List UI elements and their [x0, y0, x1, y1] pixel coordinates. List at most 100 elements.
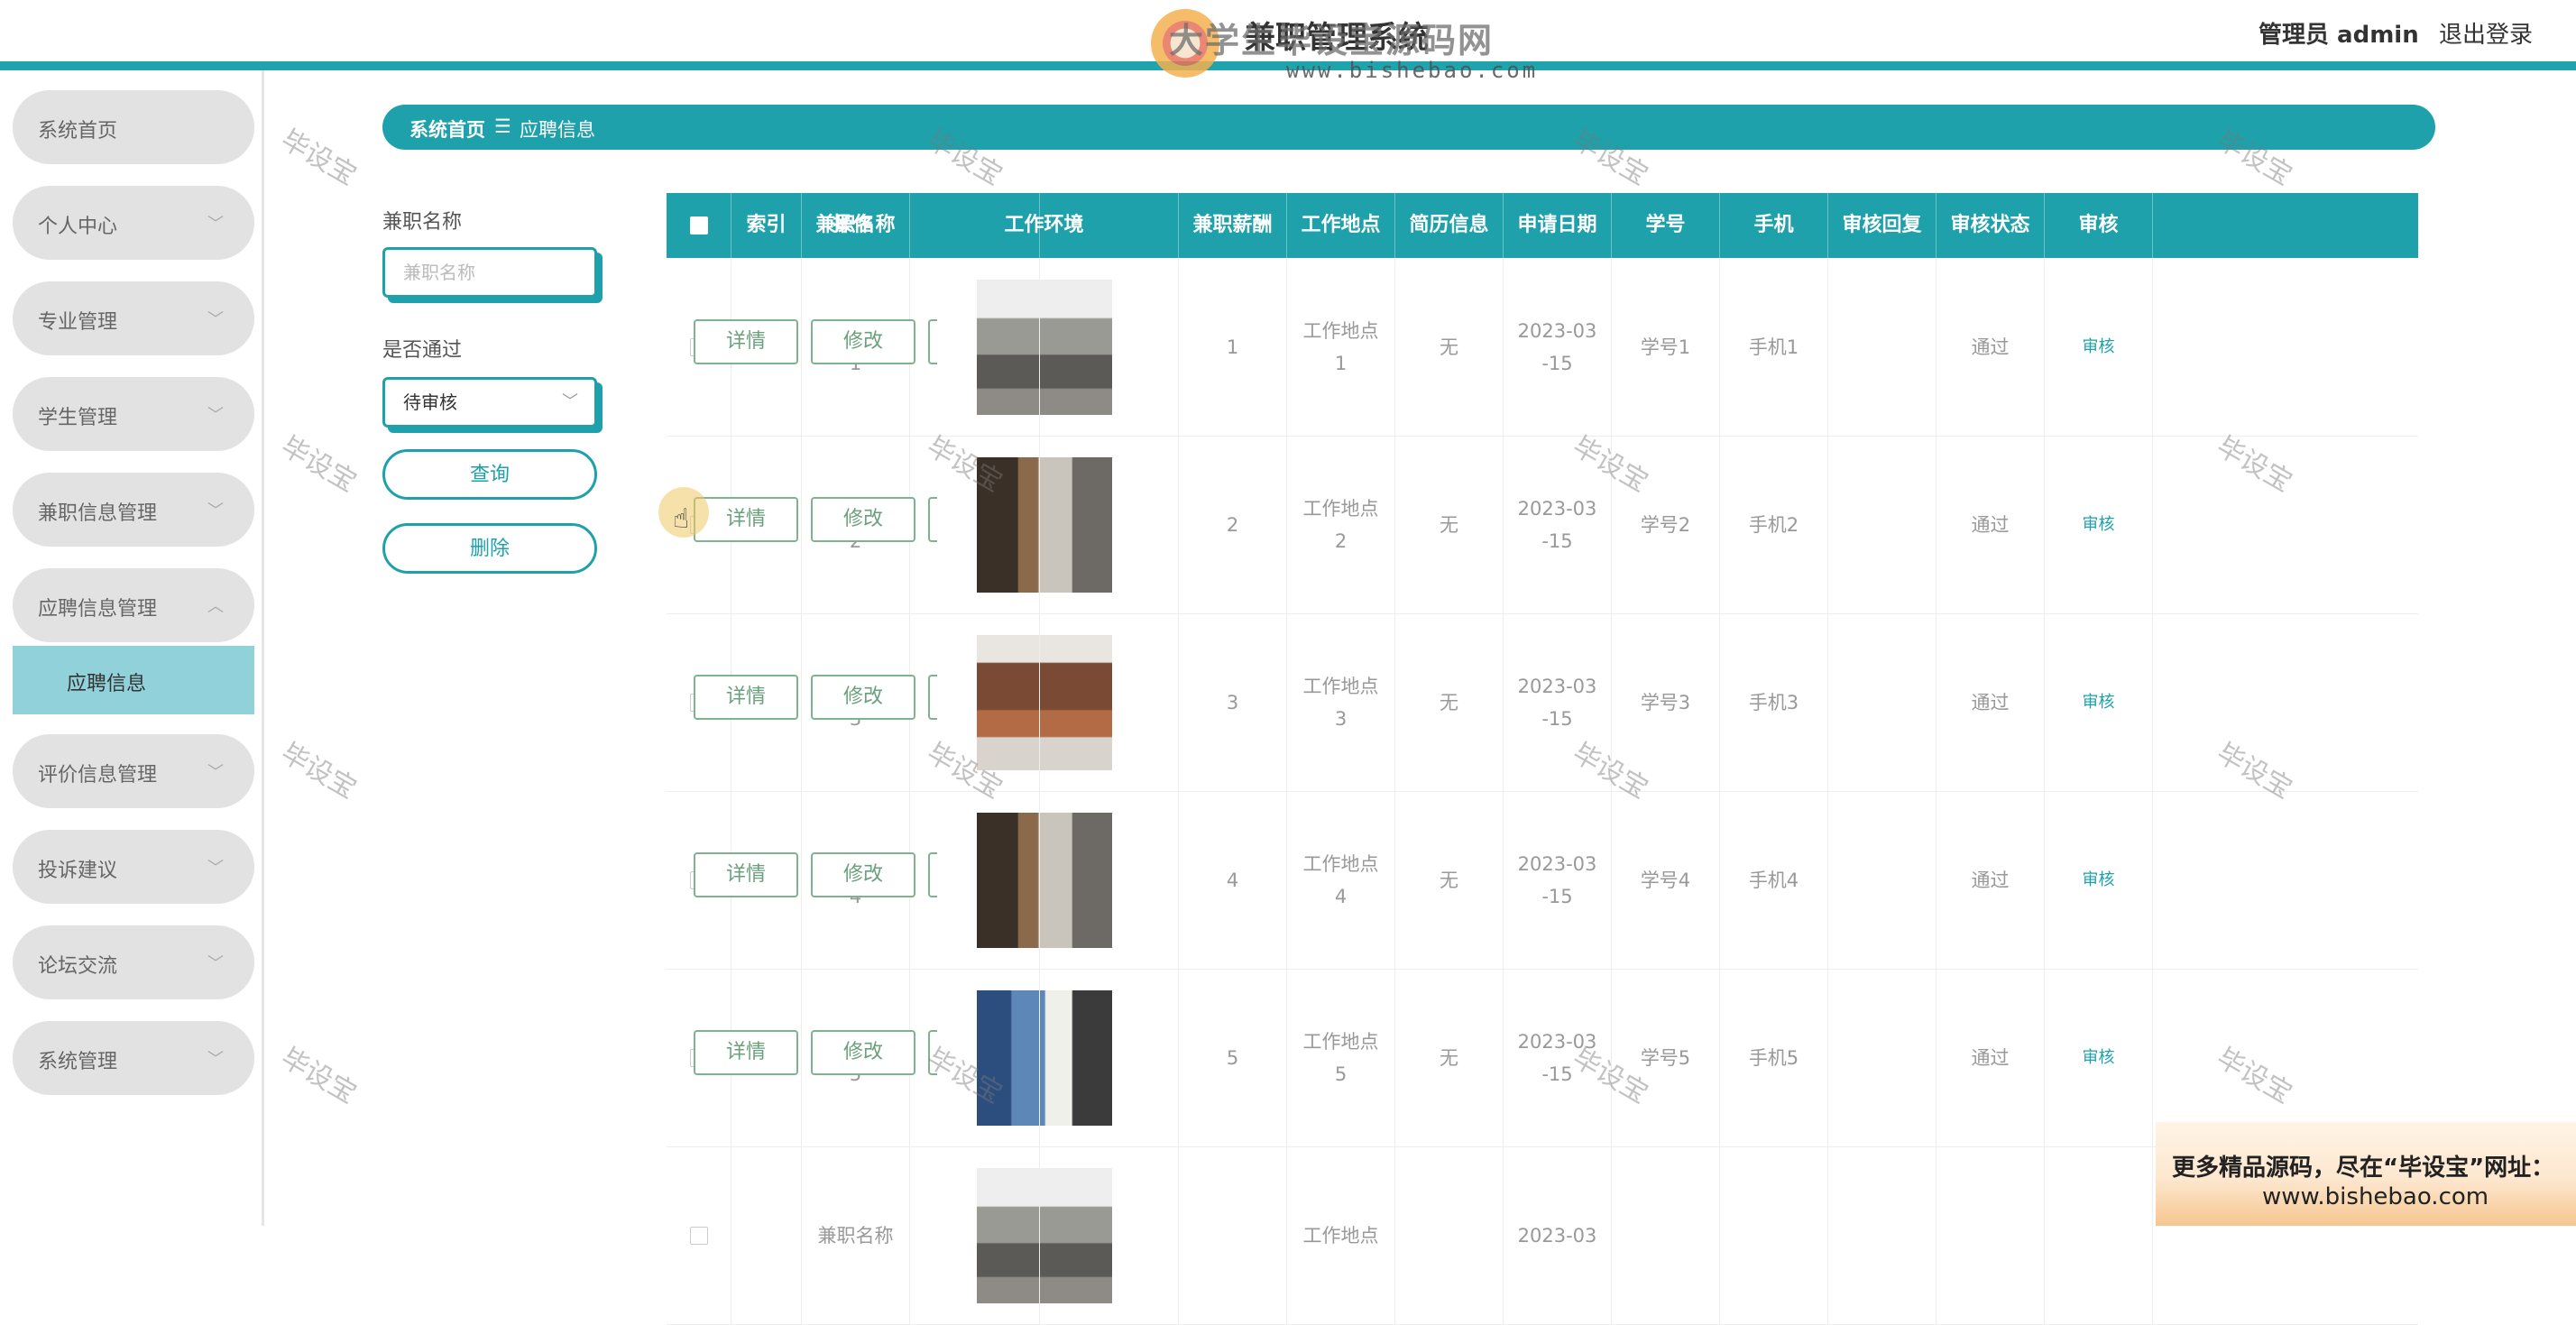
actions-cell-cell: 详情 修改: [667, 436, 1040, 613]
apply-date-line2: -15: [1541, 352, 1573, 374]
edit-button[interactable]: 修改: [811, 1030, 915, 1075]
work-place-line1: 工作地点: [1302, 852, 1379, 875]
sidebar-subitem-label: 应聘信息: [67, 673, 147, 695]
apply-date-cell: 2023-03: [1504, 1146, 1612, 1324]
audit-link-cell: 审核: [2045, 258, 2153, 436]
job-pay-cell: [1179, 1146, 1287, 1324]
delete-row-button[interactable]: [928, 852, 937, 897]
apply-date-line1: 2023-03: [1517, 1030, 1597, 1053]
job-pay: 5: [1226, 1046, 1239, 1069]
apply-date: 2023-03: [1518, 1219, 1597, 1252]
apply-date-cell: 2023-03 -15: [1504, 969, 1612, 1146]
delete-row-button[interactable]: [928, 497, 937, 542]
query-button[interactable]: 查询: [382, 449, 597, 500]
sidebar-item[interactable]: 个人中心 ﹀: [13, 186, 254, 260]
detail-button[interactable]: 详情: [694, 319, 798, 364]
sidebar-item[interactable]: 论坛交流 ﹀: [13, 925, 254, 999]
actions-cell-cell: [667, 1146, 1040, 1324]
breadcrumb-separator-icon: ☰: [494, 115, 511, 137]
detail-button[interactable]: 详情: [694, 1030, 798, 1075]
phone-number-cell: 手机2: [1720, 436, 1828, 613]
audit-status-cell: 通过: [1937, 791, 2045, 969]
apply-date-cell: 2023-03 -15: [1504, 436, 1612, 613]
resume-info: 无: [1440, 869, 1458, 891]
detail-button[interactable]: 详情: [694, 675, 798, 720]
work-place-cell: 工作地点: [1287, 1146, 1395, 1324]
sidebar-item-label: 系统管理: [38, 1051, 118, 1073]
sidebar-item[interactable]: 专业管理 ﹀: [13, 281, 254, 355]
audit-link-cell: 审核: [2045, 436, 2153, 613]
resume-info-cell: 无: [1395, 436, 1504, 613]
ad-banner[interactable]: 更多精品源码，尽在“毕设宝”网址： www.bishebao.com: [2156, 1122, 2576, 1226]
phone-number-cell: 手机4: [1720, 791, 1828, 969]
ad-banner-line1: 更多精品源码，尽在“毕设宝”网址：: [2172, 1155, 2555, 1182]
sidebar-item-label: 评价信息管理: [38, 764, 158, 787]
detail-button[interactable]: 详情: [694, 497, 798, 542]
audit-link[interactable]: 审核: [2083, 1042, 2115, 1074]
phone-number-cell: 手机3: [1720, 613, 1828, 791]
apply-date-line2: -15: [1541, 885, 1573, 907]
student-number: 学号5: [1640, 1046, 1691, 1069]
audit-link[interactable]: 审核: [2083, 864, 2115, 897]
sidebar-item[interactable]: 评价信息管理 ﹀: [13, 734, 254, 808]
audit-reply-cell: [1828, 969, 1937, 1146]
sidebar: 系统首页 个人中心 ﹀ 专业管理 ﹀ 学生管理 ﹀ 兼职信息管理 ﹀ 应聘信息管理 ︿ 评价信息管理 ﹀…: [0, 70, 264, 1226]
apply-date: 2023-03 -15: [1518, 670, 1597, 735]
delete-row-button[interactable]: [928, 319, 937, 364]
delete-button[interactable]: 删除: [382, 523, 597, 574]
audit-link[interactable]: 审核: [2083, 331, 2115, 363]
audit-status-cell: [1937, 1146, 2045, 1324]
student-number: 学号2: [1640, 513, 1691, 536]
breadcrumb: 系统首页 ☰ 应聘信息: [382, 105, 2435, 150]
sidebar-item[interactable]: 系统管理 ﹀: [13, 1021, 254, 1095]
pass-status-select[interactable]: 待审核 ﹀: [382, 377, 597, 428]
sidebar-item-label: 学生管理: [38, 407, 118, 429]
detail-button[interactable]: 详情: [694, 852, 798, 897]
edit-button[interactable]: 修改: [811, 319, 915, 364]
audit-link[interactable]: 审核: [2083, 686, 2115, 719]
edit-button[interactable]: 修改: [811, 675, 915, 720]
phone-number: 手机4: [1748, 869, 1799, 891]
sidebar-item[interactable]: 系统首页: [13, 90, 254, 164]
column-header: 审核: [2045, 193, 2153, 258]
chevron-down-icon: ﹀: [207, 763, 224, 782]
audit-reply-cell: [1828, 258, 1937, 436]
work-place: 工作地点 2: [1303, 492, 1379, 557]
audit-link-cell: 审核: [2045, 613, 2153, 791]
work-place-cell: 工作地点 3: [1287, 613, 1395, 791]
sidebar-item[interactable]: 学生管理 ﹀: [13, 377, 254, 451]
student-number: 学号4: [1640, 869, 1691, 891]
table-row: 5兼职名称55工作地点5无2023-03-15学号5手机5通过审核详情修改: [667, 969, 2418, 1147]
column-header: 工作地点: [1287, 193, 1395, 258]
student-number-cell: [1612, 1146, 1720, 1324]
table-row: 2兼职名称22工作地点2无2023-03-15学号2手机2通过审核详情修改: [667, 436, 2418, 614]
sidebar-item[interactable]: 应聘信息管理 ︿: [13, 568, 254, 642]
resume-info-cell: [1395, 1146, 1504, 1324]
apply-date-line2: -15: [1541, 529, 1573, 552]
logout-link[interactable]: 退出登录: [2439, 16, 2533, 50]
watermark-logo: 大学生毕设宝源码网 www.bishebao.com: [1151, 5, 1535, 83]
edit-button[interactable]: 修改: [811, 497, 915, 542]
name-search-input[interactable]: 兼职名称: [382, 247, 597, 298]
sidebar-item[interactable]: 兼职信息管理 ﹀: [13, 473, 254, 547]
audit-status: 通过: [1971, 691, 2010, 713]
sidebar-item[interactable]: 投诉建议 ﹀: [13, 830, 254, 904]
student-number: 学号1: [1640, 336, 1691, 358]
phone-number-cell: 手机1: [1720, 258, 1828, 436]
sidebar-subitem-active[interactable]: 应聘信息: [13, 646, 254, 714]
resume-info: 无: [1440, 513, 1458, 536]
apply-date-line2: -15: [1541, 1063, 1573, 1085]
edit-button[interactable]: 修改: [811, 852, 915, 897]
breadcrumb-home[interactable]: 系统首页: [409, 115, 485, 143]
chevron-down-icon: ﹀: [207, 1050, 224, 1069]
delete-row-button[interactable]: [928, 675, 937, 720]
apply-date-line2: -15: [1541, 707, 1573, 730]
phone-number: 手机1: [1748, 336, 1799, 358]
audit-link[interactable]: 审核: [2083, 509, 2115, 541]
sidebar-item-label: 系统首页: [38, 120, 118, 143]
audit-status-cell: 通过: [1937, 969, 2045, 1146]
delete-row-button[interactable]: [928, 1030, 937, 1075]
audit-reply-cell: [1828, 436, 1937, 613]
audit-status: 通过: [1971, 869, 2010, 891]
apply-date-line1: 2023-03: [1517, 497, 1597, 520]
